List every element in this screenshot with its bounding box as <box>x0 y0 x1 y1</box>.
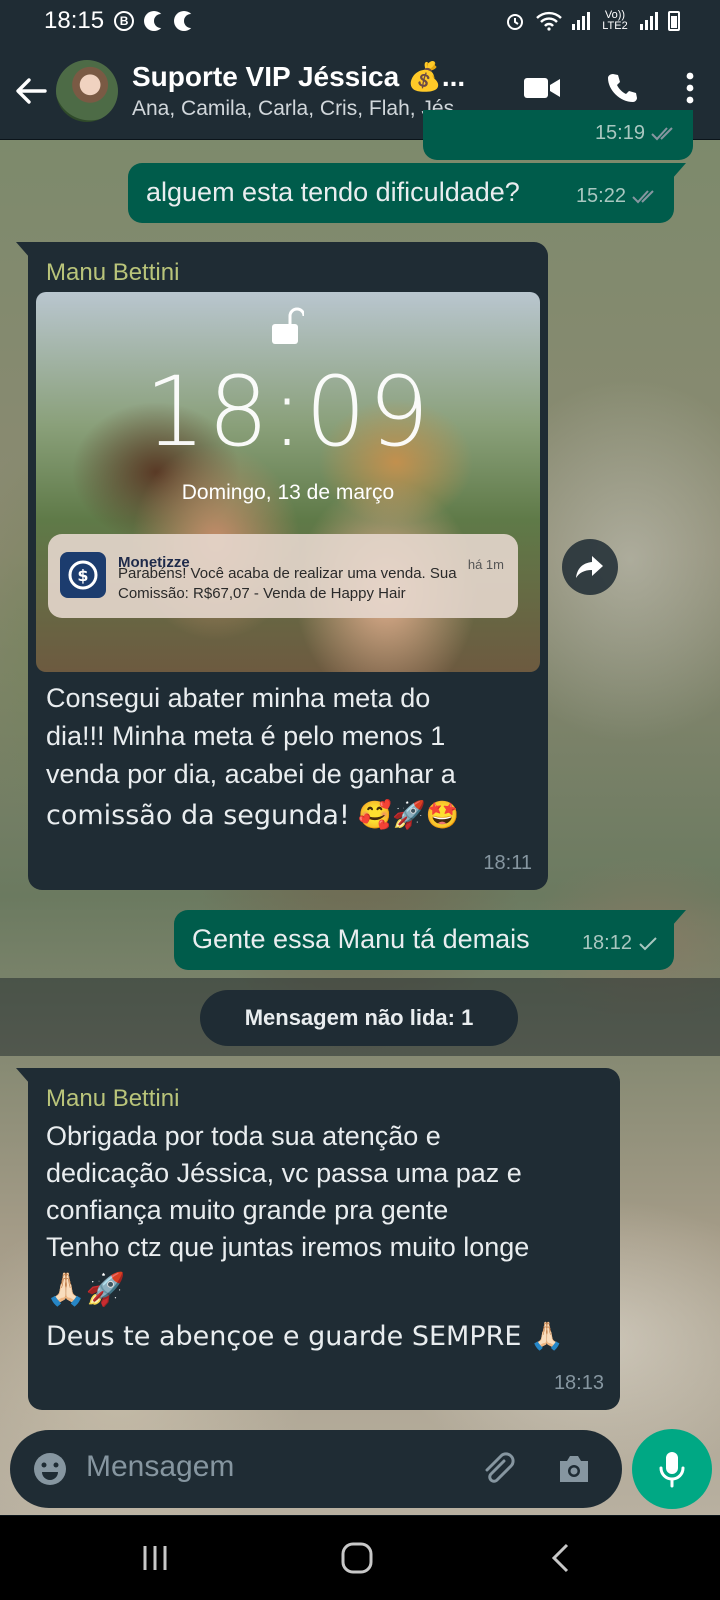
network-label: Vo)) LTE2 <box>602 9 628 32</box>
chat-title: Suporte VIP Jéssica 💰... <box>132 61 466 92</box>
unlock-icon <box>272 307 304 344</box>
message-image[interactable]: 18:09 Domingo, 13 de março $ Monetizze h… <box>36 292 540 672</box>
arrow-left-icon <box>16 77 47 104</box>
message-text: Obrigada por toda sua atenção e dedicaçã… <box>46 1121 564 1352</box>
message-time: 15:22 <box>575 185 626 207</box>
b-notification-icon: B <box>114 11 135 31</box>
moon-icon <box>144 11 169 31</box>
double-check-icon <box>632 189 654 203</box>
camera-icon <box>560 1456 588 1482</box>
lockscreen-date: Domingo, 13 de março <box>181 481 395 504</box>
chat-info[interactable]: Suporte VIP Jéssica 💰... Ana, Camila, Ca… <box>132 60 472 121</box>
alarm-icon <box>507 14 523 30</box>
monetizze-app-icon: $ <box>60 552 106 598</box>
message-time: 18:12 <box>581 932 632 954</box>
video-call-button[interactable] <box>520 64 564 112</box>
message-time: 18:13 <box>553 1372 604 1394</box>
more-vertical-icon <box>686 72 694 104</box>
microphone-icon <box>659 1452 685 1488</box>
chat-participants: Ana, Camila, Carla, Cris, Flah, Jés... <box>132 97 472 120</box>
attach-button[interactable] <box>476 1447 520 1491</box>
signal-icon <box>572 12 590 30</box>
paperclip-icon <box>485 1452 515 1483</box>
double-check-icon <box>651 126 673 140</box>
message-time: 15:19 <box>594 122 645 144</box>
unread-messages-badge: Mensagem não lida: 1 <box>200 990 518 1046</box>
voice-message-button[interactable] <box>632 1429 712 1509</box>
signal-icon <box>640 12 658 30</box>
message-time: 18:11 <box>483 852 532 874</box>
menu-button[interactable] <box>680 64 700 112</box>
system-navigation-bar <box>0 1516 720 1600</box>
forward-icon <box>576 556 603 578</box>
status-time: 18:15 <box>44 7 105 34</box>
message-text: alguem esta tendo dificuldade? <box>146 177 520 207</box>
battery-icon <box>668 11 680 31</box>
wifi-icon <box>536 11 562 31</box>
message-input-bar: Mensagem <box>10 1430 622 1508</box>
video-call-icon <box>524 78 560 98</box>
message-bubble-incoming[interactable]: Manu Bettini Obrigada por toda sua atenç… <box>16 1068 620 1410</box>
message-text: Gente essa Manu tá demais <box>192 924 530 954</box>
sender-name: Manu Bettini <box>46 1085 180 1112</box>
camera-button[interactable] <box>552 1447 596 1491</box>
status-bar: 18:15 B Vo)) LTE2 <box>0 0 720 42</box>
phone-icon <box>608 74 637 102</box>
message-bubble-outgoing[interactable]: Gente essa Manu tá demais 18:12 <box>174 910 686 970</box>
notification-card: $ Monetizze há 1m Parabéns! Você acaba d… <box>48 534 518 618</box>
lockscreen-time: 18:09 <box>144 356 432 468</box>
home-icon <box>341 1542 373 1574</box>
forward-button[interactable] <box>562 539 618 595</box>
message-text: Consegui abater minha meta do dia!!! Min… <box>46 683 460 831</box>
check-icon <box>639 936 657 950</box>
emoji-icon <box>34 1453 66 1485</box>
voice-call-button[interactable] <box>600 64 644 112</box>
svg-text:$: $ <box>77 566 88 585</box>
chevron-left-icon <box>551 1543 569 1573</box>
message-input[interactable]: Mensagem <box>86 1450 234 1484</box>
back-nav-button[interactable] <box>530 1538 590 1578</box>
sender-name: Manu Bettini <box>46 259 180 286</box>
home-button[interactable] <box>327 1538 387 1578</box>
group-avatar[interactable] <box>56 59 118 122</box>
moon-icon <box>174 11 199 31</box>
message-bubble-outgoing[interactable]: alguem esta tendo dificuldade? 15:22 <box>128 163 686 223</box>
notification-text: Parabéns! Você acaba de realizar uma ven… <box>118 565 457 602</box>
recent-apps-icon <box>143 1546 167 1570</box>
message-bubble-incoming[interactable]: Manu Bettini 18:09 Domingo, 13 de março … <box>16 242 548 890</box>
emoji-button[interactable] <box>28 1447 72 1491</box>
recent-apps-button[interactable] <box>125 1538 185 1578</box>
back-button[interactable] <box>6 61 56 121</box>
message-bubble-outgoing[interactable]: 15:19 <box>423 110 693 160</box>
